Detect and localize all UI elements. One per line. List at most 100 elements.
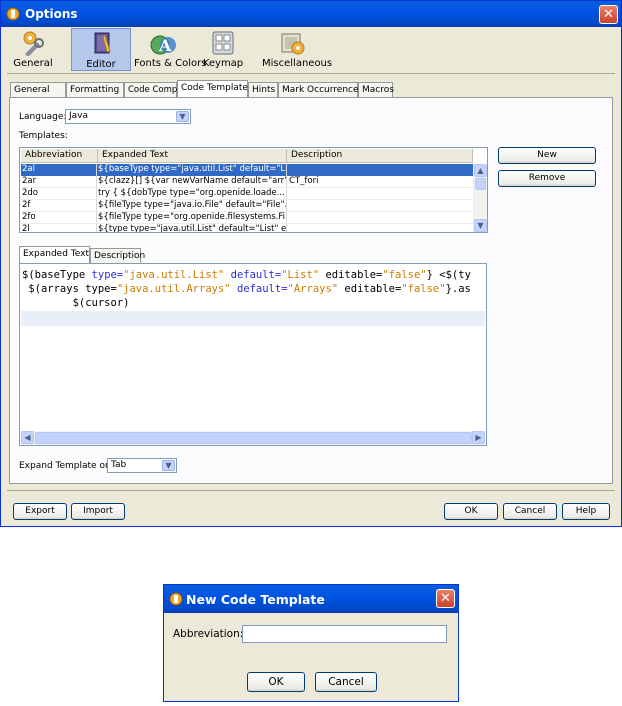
expanded-text-editor[interactable]: $(baseType type="java.util.List" default… — [19, 263, 487, 446]
category-editor[interactable]: Editor — [71, 28, 131, 71]
options-window-icon — [6, 7, 20, 21]
tab-code-templates[interactable]: Code Templates — [177, 80, 253, 98]
scroll-down-button[interactable]: ▼ — [474, 219, 487, 232]
cell-abbreviation: 2f — [21, 200, 97, 211]
chevron-down-icon: ▼ — [176, 111, 189, 122]
options-title: Options — [25, 7, 78, 21]
chevron-down-icon: ▼ — [162, 460, 175, 471]
tab-mark-occurrences[interactable]: Mark Occurrences — [278, 82, 363, 97]
cell-expanded-text: ${fileType type="java.io.File" default="… — [98, 200, 287, 211]
cell-description: CT_fori — [289, 176, 319, 186]
code-token: "java.util.Arrays" — [116, 283, 237, 295]
category-fonts-colors[interactable]: A Fonts & Colors — [134, 28, 207, 71]
cell-expanded-text: ${type type="java.util.List" default="Li… — [97, 224, 287, 232]
close-button[interactable]: ✕ — [599, 5, 618, 24]
table-row[interactable]: 2fo ${fileType type="org.openide.filesys… — [21, 212, 487, 224]
language-value: Java — [69, 111, 89, 121]
column-header-abbreviation[interactable]: Abbreviation — [21, 149, 98, 163]
close-icon: ✕ — [603, 7, 614, 22]
tab-code-completion[interactable]: Code Completion — [124, 82, 201, 97]
code-line: $(arrays type="java.util.Arrays" default… — [22, 282, 471, 296]
tab-formatting[interactable]: Formatting — [66, 82, 124, 97]
cell-abbreviation: 2al — [21, 164, 97, 176]
editor-book-icon — [86, 31, 118, 57]
code-token: $(cursor) — [22, 297, 130, 309]
cell-description — [287, 188, 473, 199]
code-token: "false" — [401, 283, 446, 295]
dialog-titlebar[interactable]: New Code Template ✕ — [164, 585, 458, 613]
code-line: $(baseType type="java.util.List" default… — [22, 268, 471, 282]
cancel-button[interactable]: Cancel — [503, 503, 557, 520]
expand-template-on-select[interactable]: Tab ▼ — [107, 458, 177, 473]
dialog-close-button[interactable]: ✕ — [436, 589, 455, 608]
code-token: }.as — [445, 283, 471, 295]
code-line: $(cursor) — [22, 296, 130, 310]
close-icon: ✕ — [440, 591, 451, 606]
dialog-ok-button[interactable]: OK — [247, 672, 305, 692]
table-row[interactable]: 2ar ${clazz}[] ${var newVarName default=… — [21, 176, 487, 188]
table-row[interactable]: 2do try { ${dobType type="org.openide.lo… — [21, 188, 487, 200]
help-button[interactable]: Help — [562, 503, 610, 520]
table-row[interactable]: 2f ${fileType type="java.io.File" defaul… — [21, 200, 487, 212]
scroll-left-button[interactable]: ◀ — [21, 431, 34, 444]
code-token: default= — [230, 269, 282, 281]
tab-general[interactable]: General — [10, 82, 66, 97]
table-row[interactable]: 2al ${baseType type="java.util.List" def… — [21, 164, 487, 176]
category-keymap[interactable]: Keymap — [193, 28, 253, 71]
export-button[interactable]: Export — [13, 503, 67, 520]
cell-description — [287, 200, 473, 211]
import-button[interactable]: Import — [71, 503, 125, 520]
code-token: } <$(ty — [426, 269, 471, 281]
templates-table[interactable]: Abbreviation Expanded Text Description 2… — [19, 147, 488, 233]
cell-abbreviation: 2fo — [21, 212, 97, 223]
code-token: editable= — [344, 283, 402, 295]
code-token: "java.util.List" — [123, 269, 231, 281]
dialog-window-icon — [169, 592, 183, 606]
tab-hints[interactable]: Hints — [248, 82, 278, 97]
svg-text:A: A — [158, 36, 172, 55]
code-token: type= — [85, 283, 117, 295]
code-token: "Arrays" — [287, 283, 345, 295]
tab-macros[interactable]: Macros — [358, 82, 394, 97]
dialog-cancel-button[interactable]: Cancel — [315, 672, 377, 692]
abbreviation-input[interactable] — [242, 625, 447, 643]
code-token: $(baseType — [22, 269, 92, 281]
scroll-right-button[interactable]: ▶ — [472, 431, 485, 444]
ok-button[interactable]: OK — [444, 503, 498, 520]
scroll-thumb[interactable] — [475, 178, 486, 190]
category-label: Keymap — [202, 58, 244, 69]
code-token: default= — [236, 283, 288, 295]
expand-template-on-value: Tab — [111, 460, 127, 470]
language-label: Language: — [19, 112, 67, 122]
code-token: editable= — [325, 269, 383, 281]
scroll-up-button[interactable]: ▲ — [474, 164, 487, 177]
category-label: Miscellaneous — [262, 58, 333, 69]
current-line-highlight — [21, 311, 485, 326]
table-row[interactable]: 2l ${type type="java.util.List" default=… — [21, 224, 487, 232]
language-select[interactable]: Java ▼ — [65, 109, 191, 124]
scroll-thumb[interactable] — [35, 432, 472, 444]
category-miscellaneous[interactable]: Miscellaneous — [262, 28, 333, 71]
cell-abbreviation: 2l — [21, 224, 97, 232]
code-token: type= — [91, 269, 124, 281]
options-titlebar[interactable]: Options ✕ — [1, 1, 621, 27]
dialog-title: New Code Template — [186, 592, 325, 607]
column-header-description[interactable]: Description — [287, 149, 473, 163]
category-label: General — [13, 58, 53, 69]
code-token: "false" — [382, 269, 427, 281]
new-code-template-dialog: New Code Template ✕ Abbreviation: OK Can… — [163, 584, 459, 702]
tab-description[interactable]: Description — [90, 248, 145, 263]
remove-button[interactable]: Remove — [498, 170, 596, 187]
tab-expanded-text[interactable]: Expanded Text — [19, 246, 90, 264]
editor-horizontal-scrollbar[interactable]: ◀ ▶ — [21, 431, 485, 445]
new-button[interactable]: New — [498, 147, 596, 164]
keymap-icon — [207, 30, 239, 56]
category-label: Fonts & Colors — [134, 58, 207, 69]
category-general[interactable]: General — [3, 28, 63, 71]
column-header-expanded-text[interactable]: Expanded Text — [98, 149, 287, 163]
fonts-colors-icon: A — [148, 30, 180, 56]
category-label: Editor — [86, 59, 116, 70]
miscellaneous-icon — [276, 30, 308, 56]
cell-description — [287, 164, 473, 176]
table-vertical-scrollbar[interactable]: ▲ ▼ — [473, 164, 487, 232]
